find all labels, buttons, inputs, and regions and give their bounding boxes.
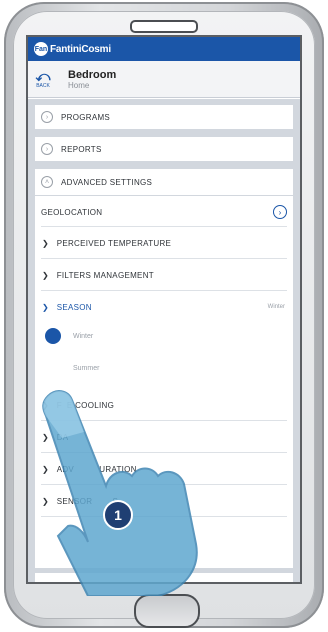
geolocation-label: GEOLOCATION — [41, 207, 103, 217]
step-number: 1 — [114, 507, 122, 523]
radio-selected-icon[interactable] — [45, 328, 61, 344]
tap-hand-icon — [42, 390, 198, 596]
season-current-value: Winter — [267, 304, 285, 310]
chevron-down-icon: ❯ — [42, 270, 49, 280]
title-bar: ⤺ BACK Bedroom Home — [28, 61, 300, 98]
geolocation-row[interactable]: GEOLOCATION › — [35, 200, 293, 224]
menu-item-programs[interactable]: › PROGRAMS — [35, 105, 293, 129]
option-label: Winter — [73, 332, 94, 340]
perceived-temperature-row[interactable]: ❯ PERCEIVED TEMPERATURE — [35, 230, 293, 256]
chevron-up-icon: ˄ — [41, 176, 53, 188]
divider — [41, 258, 287, 259]
back-button[interactable]: ⤺ BACK — [28, 69, 58, 89]
breadcrumb: Home — [68, 80, 90, 90]
step-callout-badge: 1 — [103, 500, 133, 530]
option-label: Summer — [73, 364, 100, 372]
brand-logo-icon: Fan — [34, 42, 48, 56]
chevron-right-icon: › — [41, 143, 53, 155]
filters-management-row[interactable]: ❯ FILTERS MANAGEMENT — [35, 262, 293, 288]
divider — [41, 290, 287, 291]
back-label: BACK — [36, 83, 50, 89]
home-button[interactable] — [134, 594, 200, 628]
back-icon: ⤺ — [35, 68, 51, 84]
title-block: Bedroom Home — [68, 69, 116, 90]
season-option-winter[interactable]: Winter — [35, 324, 293, 348]
page-title: Bedroom — [68, 68, 117, 81]
radio-unselected-icon[interactable] — [45, 360, 61, 376]
menu-item-reports[interactable]: › REPORTS — [35, 137, 293, 161]
chevron-down-icon: ❯ — [42, 302, 49, 312]
chevron-right-icon[interactable]: › — [273, 205, 287, 219]
app-bar: Fan FantiniCosmi — [28, 37, 300, 61]
row-label: PERCEIVED TEMPERATURE — [56, 238, 172, 248]
season-label: SEASON — [56, 302, 92, 312]
divider — [41, 226, 287, 227]
brand-name: FantiniCosmi — [50, 43, 111, 55]
menu-item-label: ADVANCED SETTINGS — [61, 177, 153, 187]
season-row[interactable]: ❯ SEASON Winter — [35, 294, 293, 320]
menu-item-label: PROGRAMS — [61, 112, 111, 122]
menu-item-advanced-settings[interactable]: ˄ ADVANCED SETTINGS — [35, 169, 293, 195]
row-label: FILTERS MANAGEMENT — [56, 270, 154, 280]
phone-speaker — [130, 20, 198, 33]
chevron-down-icon: ❯ — [42, 238, 49, 248]
menu-item-label: REPORTS — [61, 144, 102, 154]
chevron-right-icon: › — [41, 111, 53, 123]
